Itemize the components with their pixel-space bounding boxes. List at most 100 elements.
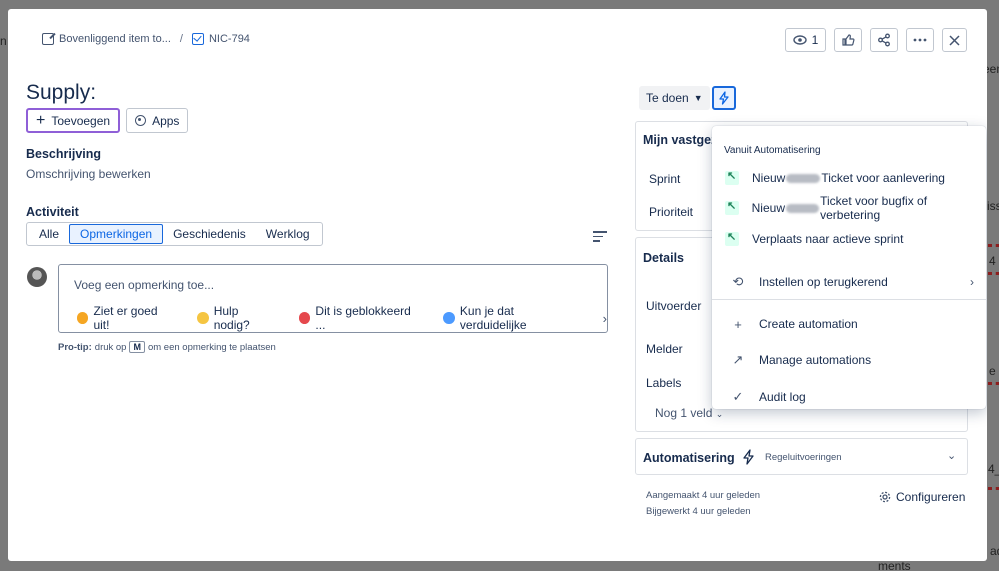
quick-reply-label: Kun je dat verduidelijke [459,304,527,332]
breadcrumb-issue-key: NIC-794 [208,33,250,45]
rule-suffix: Ticket voor aanlevering [821,171,945,185]
menu-divider [712,299,986,300]
bg-fragment: e [989,364,996,378]
quick-reply-help[interactable]: Hulp nodig? [197,304,275,332]
menu-rule-move-sprint[interactable]: Verplaats naar actieve sprint [712,224,986,254]
quick-reply-blocked[interactable]: Dit is geblokkeerd ... [298,304,420,332]
rule-icon [725,230,739,246]
description-heading: Beschrijving [26,147,102,161]
close-button[interactable] [942,28,967,52]
tab-all[interactable]: Alle [29,224,69,244]
sort-icon[interactable] [593,231,607,243]
rule-prefix: Nieuw [751,201,785,215]
tab-worklog[interactable]: Werklog [256,224,320,244]
redacted-text [786,173,821,183]
lightning-icon [743,449,754,465]
activity-tabs: Alle Opmerkingen Geschiedenis Werklog [26,222,323,246]
field-assignee: Uitvoerder [646,299,702,313]
quick-reply-label: Hulp nodig? [213,304,250,332]
tab-comments[interactable]: Opmerkingen [69,224,164,244]
protip-bold: Pro-tip: [58,341,92,353]
quick-reply-looks-good[interactable]: Ziet er goed uit! [77,304,173,332]
rule-icon [725,199,739,215]
issue-title[interactable]: Supply: [26,81,96,105]
status-dropdown[interactable]: Te doen ▼ [639,86,710,110]
menu-set-recurring[interactable]: ⟲ Instellen op terugkerend › [712,267,986,297]
rule-suffix: Verplaats naar actieve sprint [752,232,904,246]
field-priority: Prioriteit [649,205,694,219]
menu-audit-log[interactable]: ✓ Audit log [712,382,986,412]
menu-rule-delivery[interactable]: Nieuw Ticket voor aanlevering [712,163,986,193]
recurring-icon: ⟲ [732,274,744,289]
quick-replies: Ziet er goed uit! Hulp nodig? Dit is geb… [77,304,607,332]
bg-decoration [988,244,999,247]
quick-reply-clarify[interactable]: Kun je dat verduidelijke [443,304,578,332]
watch-count: 1 [811,33,819,47]
avatar [27,267,47,287]
check-circle-icon: ✓ [732,389,744,404]
field-sprint: Sprint [649,172,681,186]
redacted-text [786,203,820,213]
comment-input[interactable]: Voeg een opmerking toe... Ziet er goed u… [58,264,608,333]
rule-prefix: Nieuw [752,171,786,185]
add-button[interactable]: + Toevoegen [26,108,121,133]
activity-heading: Activiteit [26,205,79,219]
menu-item-label: Instellen op terugkerend [759,275,888,289]
breadcrumb-separator: / [179,33,183,45]
created-timestamp: Aangemaakt 4 uur geleden [646,490,761,501]
comment-protip: Pro-tip: druk op M om een opmerking te p… [58,341,276,353]
rule-suffix: Ticket voor bugfix of verbetering [820,194,928,222]
close-icon [949,34,960,46]
menu-manage-automations[interactable]: ↗ Manage automations [712,345,986,375]
plus-icon: + [36,111,46,129]
plus-icon: + [734,316,742,332]
issue-modal: Bovenliggend item to... / NIC-794 1 Supp… [8,9,987,561]
tab-history[interactable]: Geschiedenis [163,224,256,244]
configure-button[interactable]: Configureren [879,490,965,504]
more-dots-icon [913,38,927,42]
protip-post: om een opmerking te plaatsen [147,341,276,353]
external-link-icon: ↗ [732,352,744,367]
shortcut-key: M [129,341,145,353]
breadcrumb-parent-label: Bovenliggend item to... [59,33,171,45]
no-entry-emoji-icon [298,312,311,324]
wave-emoji-icon [197,312,209,324]
apps-icon [135,115,147,126]
breadcrumb-issue[interactable]: NIC-794 [191,33,250,45]
bg-decoration [988,487,999,490]
breadcrumb: Bovenliggend item to... / NIC-794 [42,33,250,45]
share-button[interactable] [870,28,898,52]
menu-rule-bugfix[interactable]: Nieuw Ticket voor bugfix of verbetering [712,193,986,223]
details-panel-title: Details [643,251,684,265]
quick-reply-label: Dit is geblokkeerd ... [315,304,411,332]
field-reporter: Melder [646,342,683,356]
edit-icon [42,33,54,45]
bg-fragment: n [0,34,7,48]
comment-placeholder: Voeg een opmerking toe... [74,278,215,292]
breadcrumb-parent[interactable]: Bovenliggend item to... [42,33,171,45]
apps-button[interactable]: Apps [126,108,189,133]
timestamps: Aangemaakt 4 uur geleden Bijgewerkt 4 uu… [646,488,760,520]
automation-button[interactable] [712,86,736,110]
task-checkbox-icon [191,33,204,45]
gear-icon [879,491,891,503]
top-actions: 1 [785,28,967,52]
menu-create-automation[interactable]: + Create automation [712,309,986,339]
magnifier-emoji-icon [443,312,455,324]
like-button[interactable] [834,28,862,52]
bg-fragment: iss [987,199,999,213]
watch-button[interactable]: 1 [785,28,826,52]
apps-button-label: Apps [152,113,180,128]
chevron-right-icon[interactable]: › [603,311,607,326]
bg-fragment: ad [990,544,999,558]
share-icon [878,33,890,47]
bg-fragment: 4 [989,254,996,268]
more-actions-button[interactable] [906,28,934,52]
automation-panel[interactable]: Automatisering Regeluitvoeringen ⌄ [635,438,968,475]
thumbs-up-icon [842,34,855,46]
issue-action-buttons: + Toevoegen Apps [26,108,189,133]
description-editor[interactable]: Omschrijving bewerken [26,167,151,181]
automation-menu: Vanuit Automatisering Nieuw Ticket voor a… [712,126,986,409]
menu-item-label: Create automation [759,317,858,331]
lightning-icon [719,91,729,105]
